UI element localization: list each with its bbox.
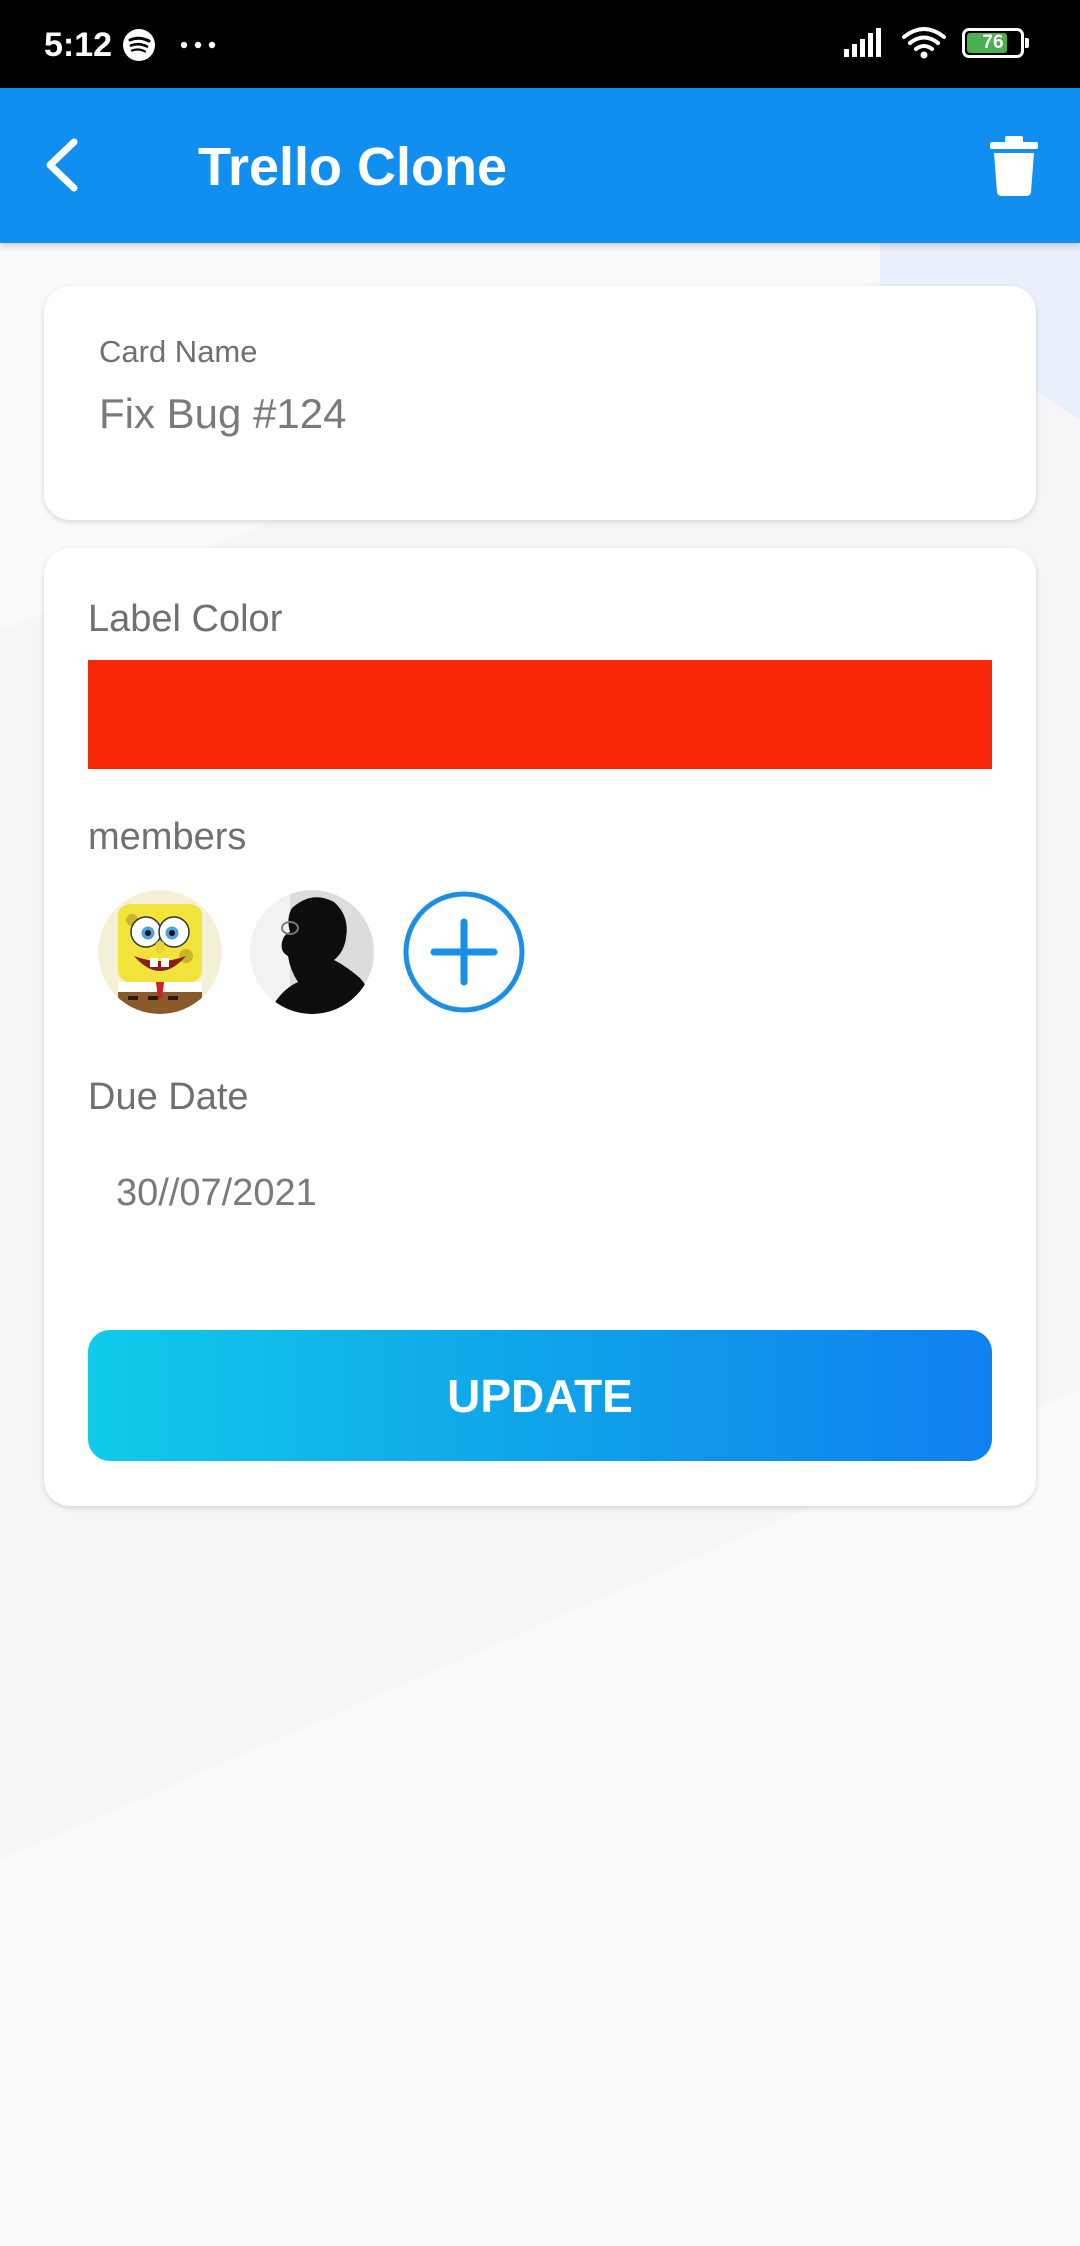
- update-button[interactable]: UPDATE: [88, 1330, 992, 1461]
- trash-icon: [990, 136, 1038, 196]
- card-details-card: Label Color members Due Date 30//07/2021…: [44, 548, 1036, 1506]
- member-avatar-spongebob[interactable]: [98, 890, 222, 1014]
- members-label: members: [88, 816, 247, 858]
- more-dots-icon: [181, 41, 216, 49]
- label-color-label: Label Color: [88, 598, 283, 640]
- status-bar: 5:12 76: [0, 0, 1080, 88]
- app-bar: Trello Clone: [0, 88, 1080, 243]
- signal-icon: [844, 28, 881, 57]
- silhouette-avatar: [250, 890, 374, 1014]
- status-right-icons: 76: [842, 26, 1029, 60]
- battery-icon: 76: [962, 28, 1029, 58]
- card-name-card: Card Name Fix Bug #124: [44, 286, 1036, 520]
- battery-level: 76: [982, 32, 1004, 53]
- chevron-left-icon: [46, 138, 78, 192]
- status-left-icons: [122, 28, 218, 62]
- page-title: Trello Clone: [198, 137, 508, 197]
- spongebob-avatar: [98, 890, 222, 1014]
- card-name-input[interactable]: Fix Bug #124: [99, 390, 347, 438]
- card-name-label: Card Name: [99, 334, 258, 369]
- wifi-icon: [902, 27, 946, 59]
- add-member-button[interactable]: [402, 890, 526, 1014]
- back-button[interactable]: [36, 130, 106, 200]
- due-date-field[interactable]: 30//07/2021: [116, 1172, 317, 1215]
- delete-button[interactable]: [988, 136, 1040, 196]
- spotify-icon: [123, 29, 155, 61]
- battery-cap: [1025, 38, 1029, 48]
- due-date-label: Due Date: [88, 1076, 249, 1118]
- status-time: 5:12: [44, 26, 113, 64]
- label-color-swatch[interactable]: [88, 660, 992, 769]
- member-avatar-silhouette[interactable]: [250, 890, 374, 1014]
- plus-circle-icon: [403, 891, 525, 1013]
